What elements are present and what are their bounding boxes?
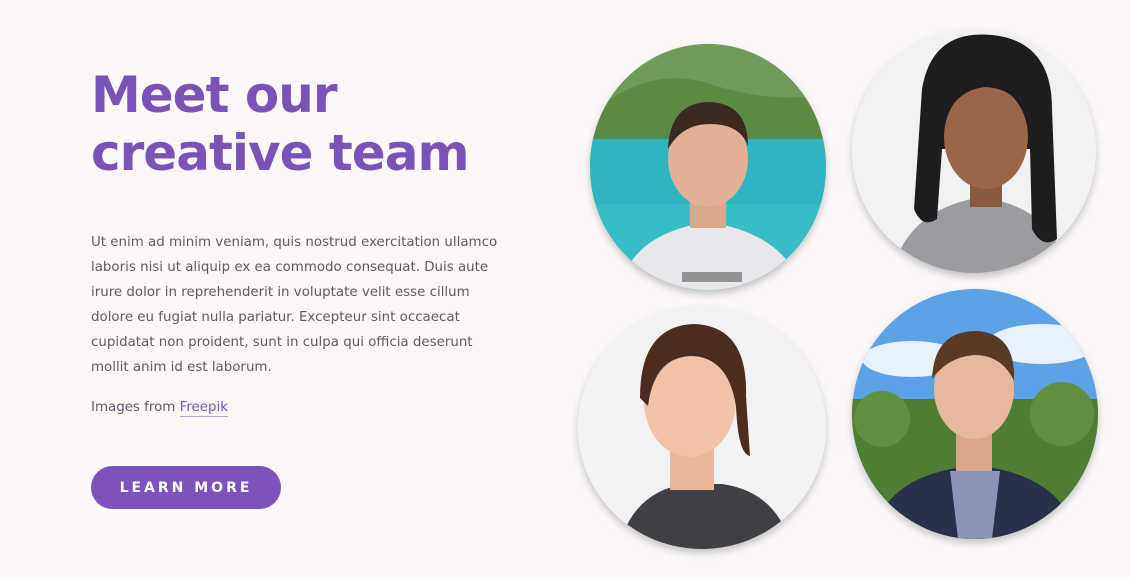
team-section: Meet our creative team Ut enim ad minim … [0, 0, 1131, 577]
credit-prefix: Images from [91, 400, 180, 415]
freepik-link[interactable]: Freepik [179, 400, 228, 417]
intro-paragraph: Ut enim ad minim veniam, quis nostrud ex… [91, 235, 498, 375]
team-photo-man-forest [852, 289, 1098, 539]
team-photo-woman-long-hair [852, 29, 1096, 273]
learn-more-button[interactable]: LEARN MORE [91, 466, 281, 509]
page-title: Meet our creative team [91, 66, 511, 182]
title-line-1: Meet our [91, 66, 338, 124]
intro-column: Meet our creative team Ut enim ad minim … [91, 66, 511, 418]
image-credit: Images from Freepik [91, 398, 511, 418]
team-photo-man-lake [590, 44, 826, 290]
title-line-2: creative team [91, 124, 470, 182]
team-photo-woman-smiling [578, 306, 826, 549]
